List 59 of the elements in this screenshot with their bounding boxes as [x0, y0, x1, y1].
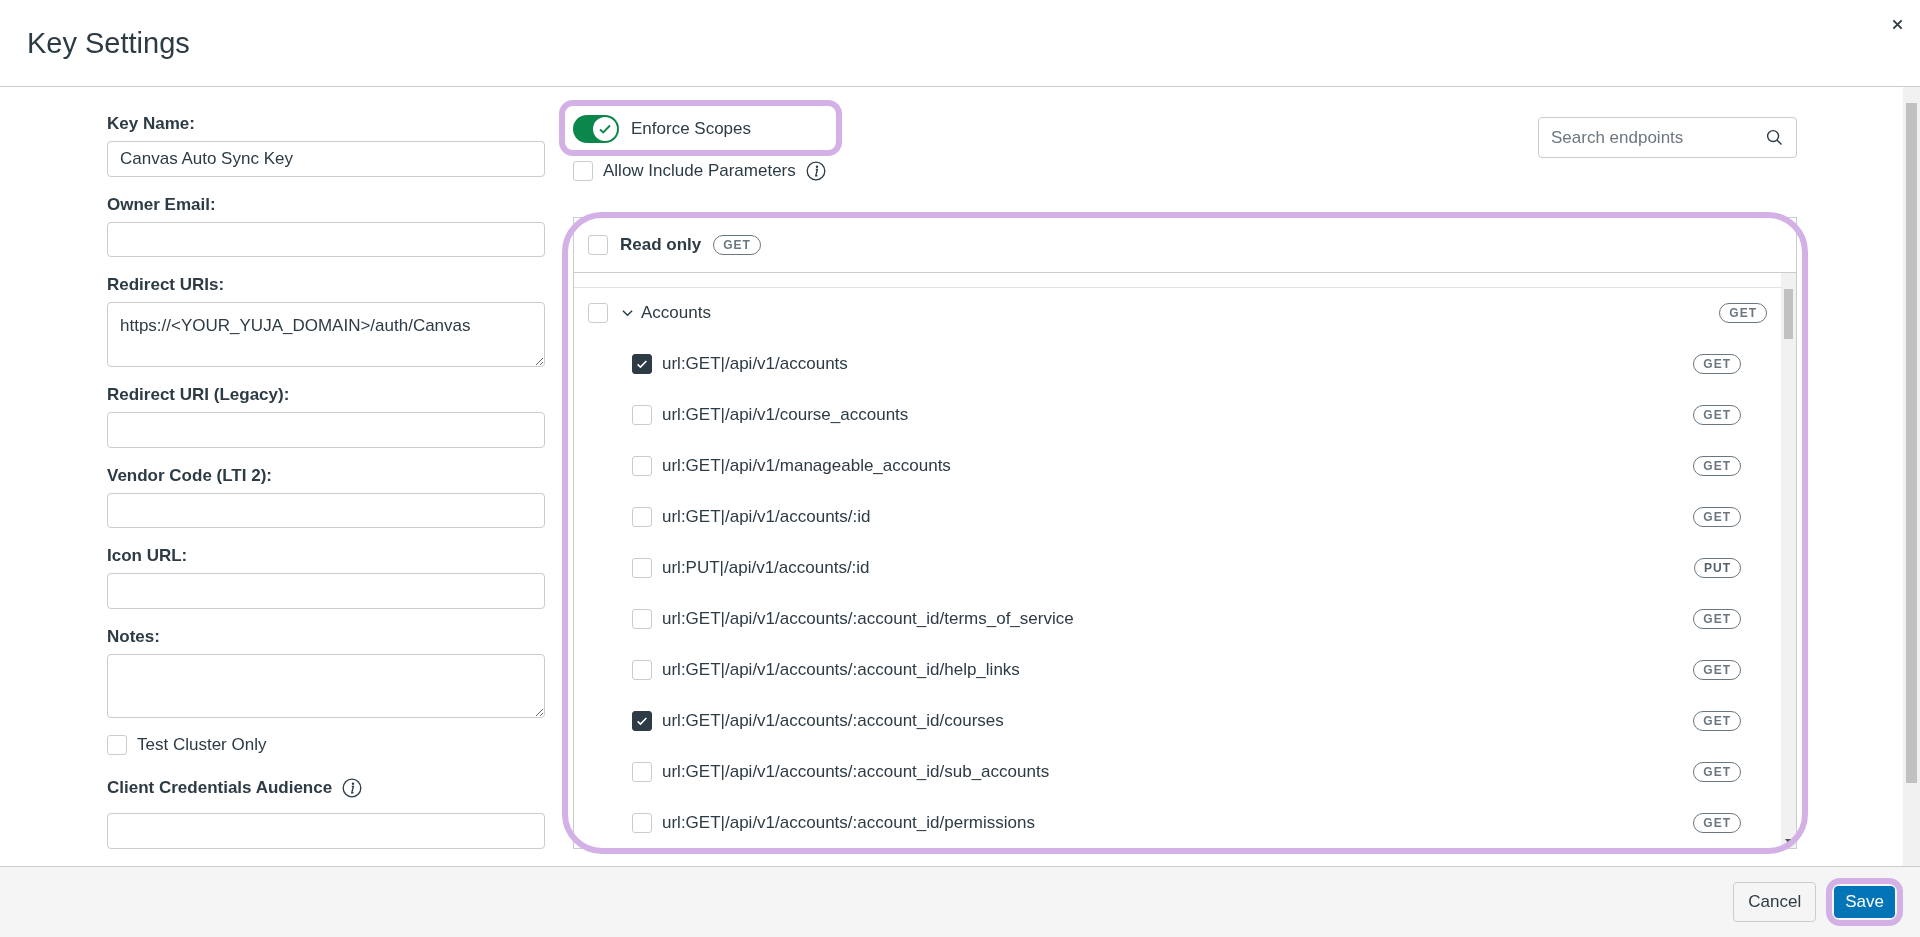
method-badge: PUT — [1694, 557, 1741, 578]
dialog-title: Key Settings — [27, 26, 190, 60]
endpoint-label: url:GET|/api/v1/accounts/:account_id/help_links — [662, 659, 1020, 680]
cancel-button[interactable]: Cancel — [1733, 882, 1817, 922]
checkbox-label: Read only — [620, 235, 702, 255]
endpoint-label: url:PUT|/api/v1/accounts/:id — [662, 557, 870, 578]
checkbox-label: Test Cluster Only — [137, 735, 267, 756]
text-area[interactable] — [107, 653, 545, 719]
search-field[interactable]: Search endpoints — [1538, 117, 1797, 158]
info-icon[interactable] — [805, 161, 826, 181]
checkbox[interactable] — [632, 710, 652, 731]
field-label: Vendor Code (LTI 2): — [107, 464, 273, 487]
caret-icon — [622, 309, 633, 317]
endpoint-label: url:GET|/api/v1/accounts/:account_id/sub_accounts — [662, 761, 1050, 782]
method-badge: GET — [1693, 353, 1741, 374]
endpoint-label: url:GET|/api/v1/manageable_accounts — [662, 455, 951, 476]
group-toggle[interactable]: Accounts — [622, 303, 711, 323]
text-field[interactable] — [107, 221, 545, 258]
endpoint-label: url:GET|/api/v1/course_accounts — [662, 404, 909, 425]
field-label: Notes: — [107, 625, 161, 648]
method-badge: GET — [713, 235, 761, 255]
text-field[interactable] — [107, 573, 545, 609]
toggle-label: Enforce Scopes — [631, 119, 751, 139]
method-badge: GET — [1693, 455, 1741, 476]
save-button[interactable]: Save — [1834, 886, 1895, 918]
endpoint-label: url:GET|/api/v1/accounts/:account_id/courses — [662, 710, 1004, 731]
scrollbar[interactable] — [1781, 273, 1796, 848]
method-badge: GET — [1719, 303, 1767, 323]
toggle-switch[interactable] — [573, 115, 619, 143]
method-badge: GET — [1693, 710, 1741, 731]
method-badge: GET — [1693, 506, 1741, 527]
method-badge: GET — [1693, 608, 1741, 629]
endpoint-label: url:GET|/api/v1/accounts/:account_id/terms_of_service — [662, 608, 1074, 629]
method-badge: GET — [1693, 404, 1741, 425]
method-badge: GET — [1693, 812, 1741, 833]
checkbox[interactable] — [632, 353, 652, 374]
endpoint-label: url:GET|/api/v1/accounts/:account_id/permissions — [662, 812, 1035, 833]
close-button[interactable] — [1890, 17, 1905, 32]
text-field[interactable] — [107, 412, 545, 448]
text-field[interactable] — [107, 492, 545, 528]
text-field[interactable]: Canvas Auto Sync Key — [107, 141, 545, 177]
checkbox-label: Allow Include Parameters — [603, 161, 796, 181]
scrollbar[interactable] — [1903, 87, 1920, 866]
text-area[interactable]: https://<YOUR_YUJA_DOMAIN>/auth/Canvas — [107, 302, 545, 367]
field-label: Key Name: — [107, 113, 196, 135]
search-icon — [1766, 129, 1783, 146]
text-field[interactable] — [107, 813, 545, 849]
info-icon[interactable] — [342, 778, 363, 799]
scrollbar-thumb[interactable] — [1784, 289, 1793, 339]
field-label: Redirect URI (Legacy): — [107, 384, 291, 406]
field-label: Client Credentials Audience — [107, 777, 333, 800]
endpoint-label: url:GET|/api/v1/accounts/:id — [662, 506, 871, 527]
field-label: Redirect URIs: — [107, 274, 226, 297]
field-label: Owner Email: — [107, 193, 217, 216]
scrollbar-thumb[interactable] — [1906, 103, 1917, 783]
method-badge: GET — [1693, 659, 1741, 680]
method-badge: GET — [1693, 761, 1741, 782]
field-label: Icon URL: — [107, 545, 189, 567]
endpoint-label: url:GET|/api/v1/accounts — [662, 353, 848, 374]
